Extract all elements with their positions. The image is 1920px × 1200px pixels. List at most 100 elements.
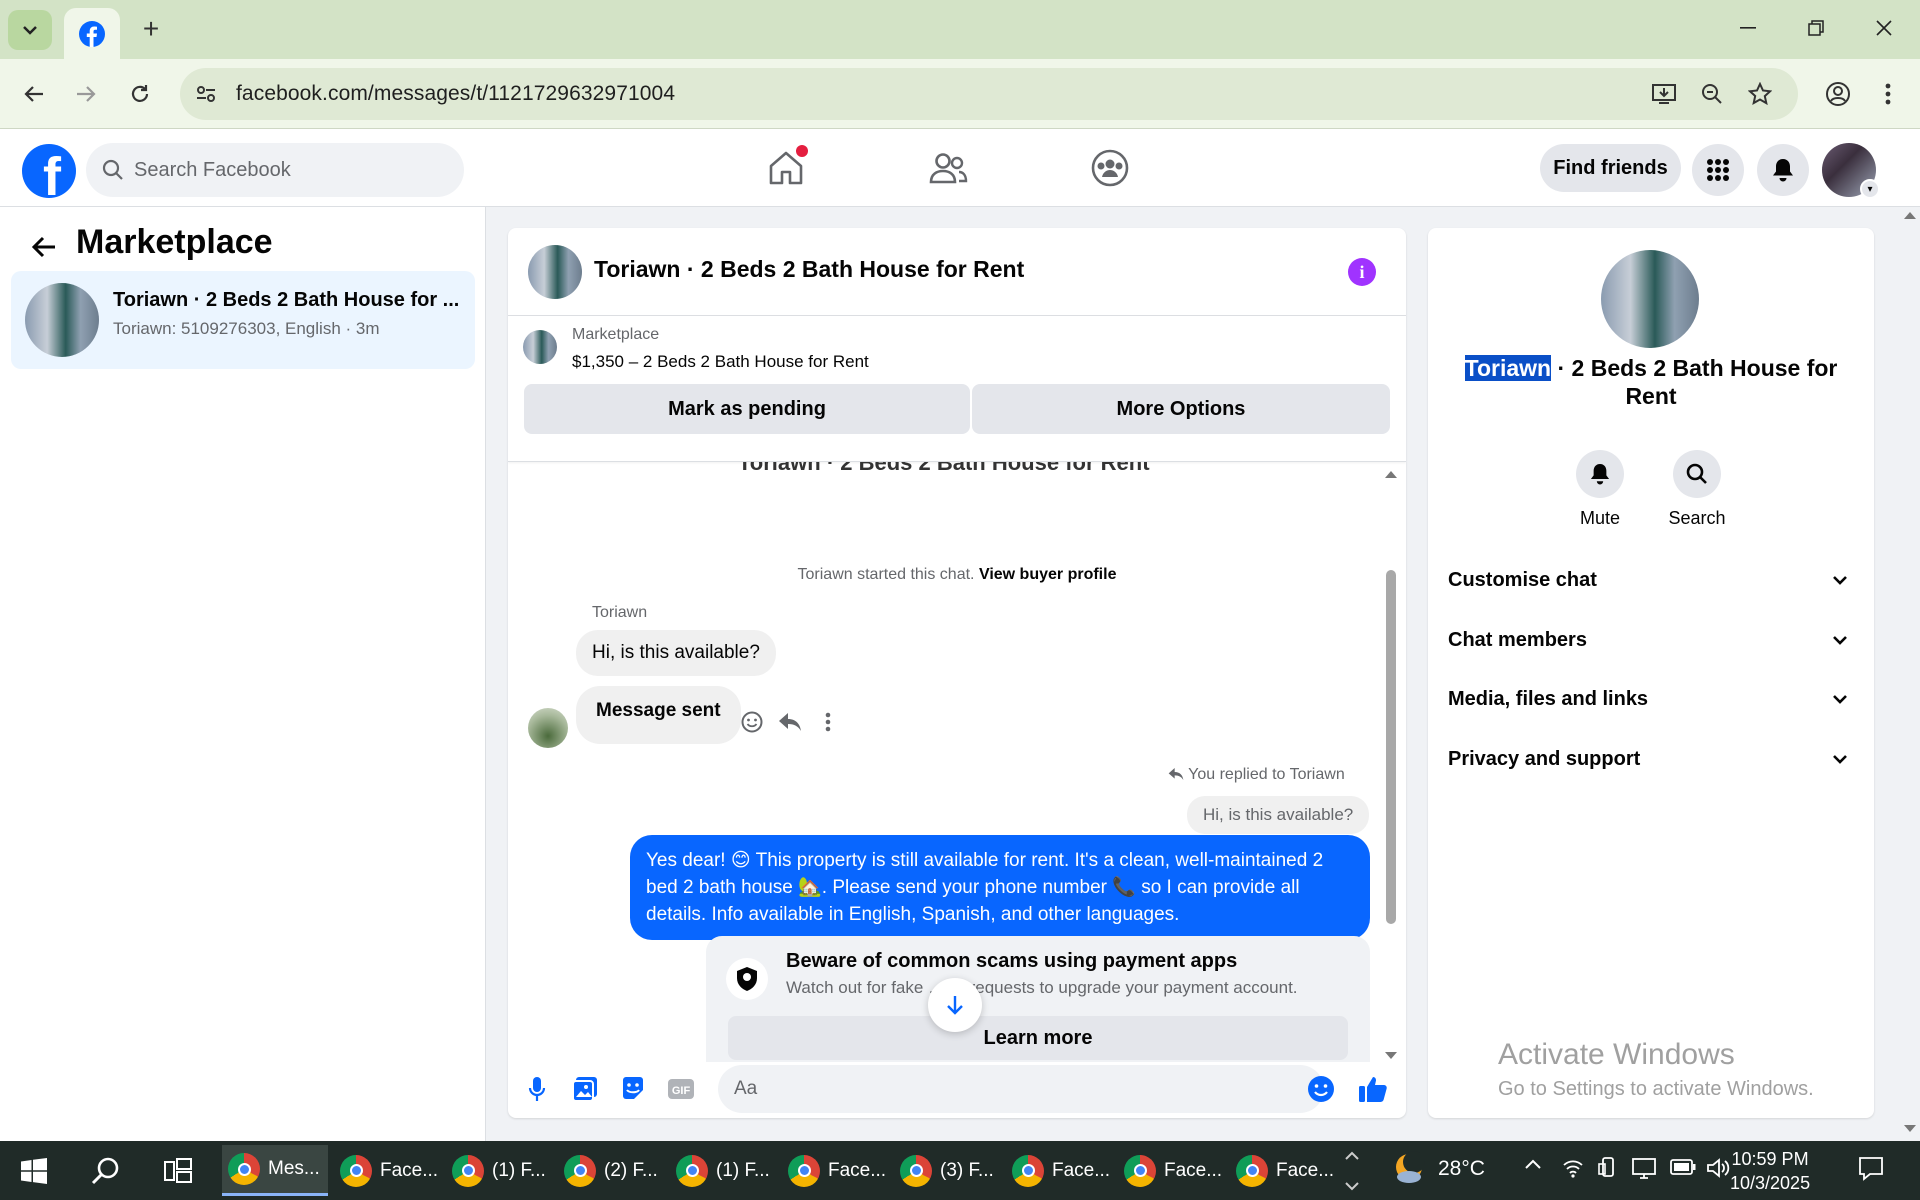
new-tab-button[interactable]: + — [136, 13, 166, 44]
learn-more-button[interactable]: Learn more — [728, 1016, 1348, 1060]
taskbar-app[interactable]: Face... — [334, 1145, 440, 1196]
notification-center-button[interactable] — [1858, 1155, 1884, 1186]
mark-as-pending-button[interactable]: Mark as pending — [524, 384, 970, 434]
minimize-button[interactable] — [1724, 8, 1772, 48]
taskbar-app[interactable]: Face... — [1118, 1145, 1224, 1196]
bookmark-star-icon[interactable] — [1746, 80, 1774, 108]
page-scrollbar[interactable] — [1900, 207, 1920, 1141]
moon-cloud-icon — [1396, 1151, 1425, 1183]
info-icon[interactable]: i — [1348, 258, 1376, 286]
taskbar-search-button[interactable] — [86, 1151, 126, 1191]
mute-button[interactable]: Mute — [1565, 450, 1635, 529]
selected-text[interactable]: Toriawn — [1464, 355, 1552, 381]
tab-search-button[interactable] — [8, 10, 52, 50]
battery-icon[interactable] — [1670, 1159, 1696, 1180]
show-hidden-icons-button[interactable] — [1524, 1157, 1542, 1175]
taskbar-app[interactable]: (3) F... — [894, 1145, 1000, 1196]
listing-thumbnail[interactable] — [523, 330, 557, 364]
display-icon[interactable] — [1632, 1157, 1656, 1184]
outgoing-message[interactable]: Yes dear! 😊 This property is still avail… — [630, 835, 1370, 940]
scrollbar-thumb[interactable] — [1386, 570, 1396, 924]
attach-media-button[interactable] — [566, 1070, 604, 1108]
close-window-button[interactable] — [1860, 8, 1908, 48]
taskbar-app[interactable]: (2) F... — [558, 1145, 664, 1196]
site-info-icon[interactable] — [192, 80, 220, 108]
kebab-menu-icon — [825, 712, 831, 732]
taskbar-app[interactable]: Face... — [782, 1145, 888, 1196]
privacy-support-row[interactable]: Privacy and support — [1448, 737, 1854, 781]
sticker-button[interactable] — [614, 1070, 652, 1108]
customise-chat-row[interactable]: Customise chat — [1448, 558, 1854, 602]
title-rest: · 2 Beds 2 Bath House for Rent — [1551, 355, 1838, 409]
sender-avatar[interactable] — [528, 708, 568, 748]
more-options-button[interactable]: More Options — [972, 384, 1390, 434]
url-text[interactable]: facebook.com/messages/t/1121729632971004 — [236, 82, 675, 106]
chat-members-row[interactable]: Chat members — [1448, 618, 1854, 662]
profile-button[interactable] — [1820, 76, 1856, 112]
facebook-search-input[interactable]: Search Facebook — [86, 143, 464, 197]
chat-avatar[interactable] — [528, 245, 582, 299]
start-button[interactable] — [14, 1151, 54, 1191]
home-nav-button[interactable] — [746, 139, 826, 197]
address-bar[interactable]: facebook.com/messages/t/1121729632971004 — [180, 68, 1798, 120]
taskbar-app[interactable]: Face... — [1006, 1145, 1112, 1196]
zoom-icon[interactable] — [1698, 80, 1726, 108]
taskbar-app-label: (1) F... — [716, 1159, 770, 1181]
reload-icon — [131, 85, 149, 102]
menu-button[interactable] — [1692, 144, 1744, 196]
taskbar-overflow-scroller[interactable] — [1342, 1143, 1362, 1198]
scroll-to-bottom-button[interactable] — [928, 978, 982, 1032]
taskbar-app[interactable]: Mes... — [222, 1145, 328, 1196]
incoming-message[interactable]: Hi, is this available? — [576, 630, 776, 676]
scam-warning-title: Beware of common scams using payment app… — [786, 950, 1238, 972]
task-view-button[interactable] — [158, 1151, 198, 1191]
facebook-header: f Search Facebook Find friends ▾ — [0, 129, 1920, 207]
taskbar-app[interactable]: (1) F... — [446, 1145, 552, 1196]
chevron-down-icon — [1904, 1125, 1916, 1132]
friends-nav-button[interactable] — [908, 139, 988, 197]
chevron-down-icon[interactable]: ▾ — [1860, 179, 1880, 199]
find-friends-button[interactable]: Find friends — [1540, 144, 1681, 192]
chat-details-avatar[interactable] — [1601, 250, 1699, 348]
send-like-button[interactable] — [1354, 1070, 1392, 1108]
back-button[interactable] — [16, 76, 52, 112]
chrome-icon — [452, 1154, 484, 1187]
message-more-button[interactable] — [812, 706, 844, 738]
forward-button[interactable] — [68, 76, 104, 112]
search-in-chat-button[interactable]: Search — [1662, 450, 1732, 529]
groups-nav-button[interactable] — [1070, 139, 1150, 197]
reload-button[interactable] — [122, 76, 158, 112]
emoji-button[interactable] — [1302, 1070, 1340, 1108]
browser-menu-button[interactable] — [1870, 76, 1906, 112]
taskbar-app[interactable]: (1) F... — [670, 1145, 776, 1196]
clock[interactable]: 10:59 PM 10/3/2025 — [1730, 1147, 1810, 1195]
facebook-logo[interactable]: f — [22, 144, 76, 198]
taskbar-app-label: Face... — [380, 1159, 439, 1181]
view-buyer-profile-link[interactable]: View buyer profile — [979, 566, 1117, 583]
phone-link-icon[interactable] — [1598, 1157, 1618, 1184]
voice-clip-button[interactable] — [518, 1070, 556, 1108]
gif-button[interactable]: GIF — [662, 1070, 700, 1108]
reply-button[interactable] — [774, 706, 806, 738]
listing-price[interactable]: $1,350 – 2 Beds 2 Bath House for Rent — [572, 352, 869, 372]
browser-tab-facebook[interactable] — [64, 8, 120, 59]
notifications-button[interactable] — [1757, 144, 1809, 196]
media-files-links-row[interactable]: Media, files and links — [1448, 677, 1854, 721]
quoted-message[interactable]: Hi, is this available? — [1187, 796, 1370, 834]
conversation-preview: Toriawn: 5109276303, English · 3m — [113, 319, 380, 338]
incoming-message[interactable]: Message sent — [576, 686, 741, 744]
chat-scrollbar[interactable] — [1382, 470, 1400, 1060]
back-button[interactable] — [26, 229, 62, 265]
react-button[interactable] — [736, 706, 768, 738]
volume-icon[interactable] — [1706, 1157, 1730, 1184]
message-input[interactable]: Aa — [718, 1065, 1324, 1113]
emoji-icon — [1308, 1076, 1334, 1102]
taskbar-app[interactable]: Face... — [1230, 1145, 1336, 1196]
weather-widget[interactable]: 28°C — [1392, 1151, 1485, 1187]
restore-button[interactable] — [1792, 8, 1840, 48]
install-app-icon[interactable] — [1650, 80, 1678, 108]
network-icon[interactable] — [1562, 1157, 1584, 1184]
chat-title[interactable]: Toriawn · 2 Beds 2 Bath House for Rent — [594, 256, 1024, 283]
gif-icon: GIF — [668, 1079, 694, 1099]
conversation-item[interactable]: Toriawn · 2 Beds 2 Bath House for ... To… — [11, 271, 475, 369]
